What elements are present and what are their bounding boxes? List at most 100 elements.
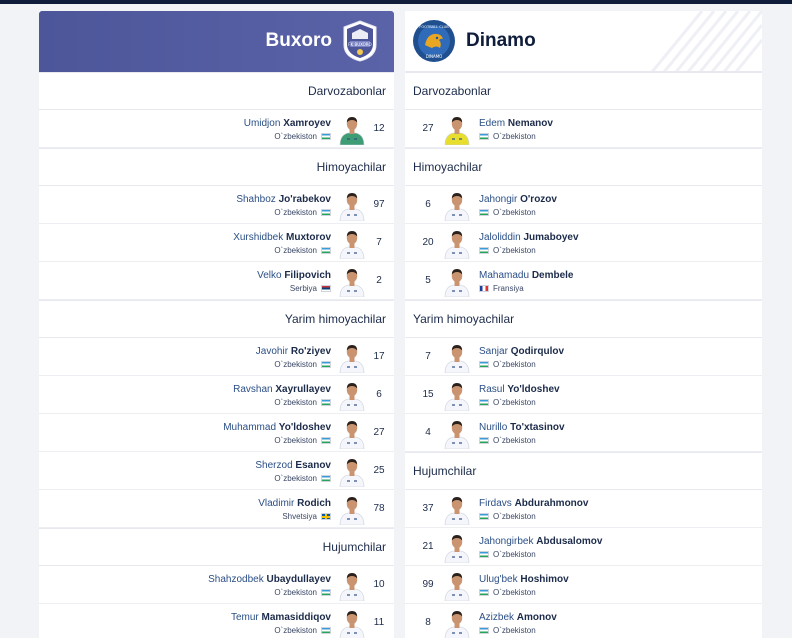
player-name[interactable]: Nurillo To'xtasinov [479,422,565,433]
player-name[interactable]: Javohir Ro'ziyev [256,346,331,357]
player-avatar [337,569,367,602]
player-last-name: Filipovich [284,270,331,281]
player-country-name: O`zbekiston [493,588,536,597]
player-avatar [337,417,367,450]
player-last-name: Rodich [297,498,331,509]
player-number: 5 [425,275,431,286]
player-row[interactable]: Jahongirbek Abdusalomov O`zbekiston 21 [405,528,762,566]
player-row[interactable]: Umidjon Xamroyev O`zbekiston 12 [39,110,394,148]
player-country-name: O`zbekiston [274,360,317,369]
player-row[interactable]: Jaloliddin Jumaboyev O`zbekiston 20 [405,224,762,262]
player-name[interactable]: Firdavs Abdurahmonov [479,498,588,509]
away-team-name: Dinamo [466,30,536,51]
flag-uz-icon [479,437,489,444]
player-last-name: Dembele [531,270,574,281]
player-row[interactable]: Shahboz Jo'rabekov O`zbekiston 97 [39,186,394,224]
player-avatar [442,189,472,222]
player-country: O`zbekiston [274,246,331,255]
player-country: O`zbekiston [479,512,536,521]
player-country-name: O`zbekiston [274,132,317,141]
player-name[interactable]: Shahboz Jo'rabekov [236,194,331,205]
player-name[interactable]: Jaloliddin Jumaboyev [479,232,579,243]
player-avatar [442,607,472,638]
player-avatar [442,113,472,146]
player-last-name: Xayrullayev [275,384,331,395]
player-name[interactable]: Velko Filipovich [257,270,331,281]
player-last-name: Yo'ldoshev [507,384,560,395]
player-name[interactable]: Sherzod Esanov [255,460,331,471]
player-name[interactable]: Azizbek Amonov [479,612,557,623]
player-avatar [442,227,472,260]
flag-uz-icon [321,209,331,216]
player-country-name: O`zbekiston [274,436,317,445]
player-name[interactable]: Rasul Yo'ldoshev [479,384,560,395]
top-bar [0,0,792,4]
player-row[interactable]: Ulug'bek Hoshimov O`zbekiston 99 [405,566,762,604]
buxoro-logo-text: FK BUXORO [348,42,371,47]
player-row[interactable]: Muhammad Yo'ldoshev O`zbekiston 27 [39,414,394,452]
flag-uz-icon [479,361,489,368]
player-country: O`zbekiston [479,436,536,445]
player-row[interactable]: Vladimir Rodich Shvetsiya 78 [39,490,394,528]
player-first-name: Azizbek [479,612,515,623]
player-number: 27 [422,123,434,134]
player-row[interactable]: Firdavs Abdurahmonov O`zbekiston 37 [405,490,762,528]
player-row[interactable]: Rasul Yo'ldoshev O`zbekiston 15 [405,376,762,414]
player-row[interactable]: Ravshan Xayrullayev O`zbekiston 6 [39,376,394,414]
home-lineup: Buxoro FK BUXORO Darvozabonlar Umidjon Xa… [39,11,394,638]
player-name[interactable]: Umidjon Xamroyev [244,118,331,129]
player-number: 10 [373,579,385,590]
player-first-name: Edem [479,118,506,129]
player-name[interactable]: Ulug'bek Hoshimov [479,574,569,585]
away-team-header[interactable]: FOOTBALL CLUB DINAMO Dinamo [405,11,762,72]
player-row[interactable]: Temur Mamasiddiqov O`zbekiston 11 [39,604,394,638]
player-row[interactable]: Velko Filipovich Serbiya 2 [39,262,394,300]
player-avatar [337,189,367,222]
flag-uz-icon [479,627,489,634]
player-country: O`zbekiston [479,246,536,255]
flag-uz-icon [479,551,489,558]
player-name[interactable]: Temur Mamasiddiqov [231,612,331,623]
player-row[interactable]: Nurillo To'xtasinov O`zbekiston 4 [405,414,762,452]
player-name[interactable]: Sanjar Qodirqulov [479,346,564,357]
player-row[interactable]: Jahongir O'rozov O`zbekiston 6 [405,186,762,224]
player-name[interactable]: Ravshan Xayrullayev [233,384,331,395]
player-name[interactable]: Vladimir Rodich [258,498,331,509]
player-row[interactable]: Mahamadu Dembele Fransiya 5 [405,262,762,300]
player-country: O`zbekiston [479,132,536,141]
player-number: 6 [425,199,431,210]
player-name[interactable]: Jahongir O'rozov [479,194,557,205]
away-sections: Darvozabonlar Edem Nemanov O`zbekiston 27 Hi… [405,72,762,638]
player-number: 27 [373,427,385,438]
flag-uz-icon [321,361,331,368]
player-row[interactable]: Shahzodbek Ubaydullayev O`zbekiston 10 [39,566,394,604]
player-first-name: Javohir [255,346,289,357]
home-team-name: Buxoro [265,30,333,51]
player-last-name: Xamroyev [283,118,331,129]
player-name[interactable]: Muhammad Yo'ldoshev [223,422,331,433]
flag-uz-icon [321,589,331,596]
player-row[interactable]: Javohir Ro'ziyev O`zbekiston 17 [39,338,394,376]
home-team-header[interactable]: Buxoro FK BUXORO [39,11,394,72]
player-row[interactable]: Sherzod Esanov O`zbekiston 25 [39,452,394,490]
player-name[interactable]: Xurshidbek Muxtorov [233,232,331,243]
player-name[interactable]: Shahzodbek Ubaydullayev [208,574,331,585]
player-number: 15 [422,389,434,400]
player-avatar [337,265,367,298]
player-row[interactable]: Xurshidbek Muxtorov O`zbekiston 7 [39,224,394,262]
player-name[interactable]: Mahamadu Dembele [479,270,574,281]
player-name[interactable]: Jahongirbek Abdusalomov [479,536,602,547]
dinamo-logo-bottom-text: DINAMO [426,54,443,59]
section-title: Hujumchilar [405,452,762,490]
player-name[interactable]: Edem Nemanov [479,118,553,129]
player-avatar [442,265,472,298]
flag-uz-icon [321,437,331,444]
player-row[interactable]: Azizbek Amonov O`zbekiston 8 [405,604,762,638]
player-avatar [337,227,367,260]
player-first-name: Vladimir [258,498,295,509]
player-first-name: Ulug'bek [479,574,518,585]
player-row[interactable]: Edem Nemanov O`zbekiston 27 [405,110,762,148]
player-country: O`zbekiston [479,588,536,597]
player-row[interactable]: Sanjar Qodirqulov O`zbekiston 7 [405,338,762,376]
player-number: 8 [425,617,431,628]
